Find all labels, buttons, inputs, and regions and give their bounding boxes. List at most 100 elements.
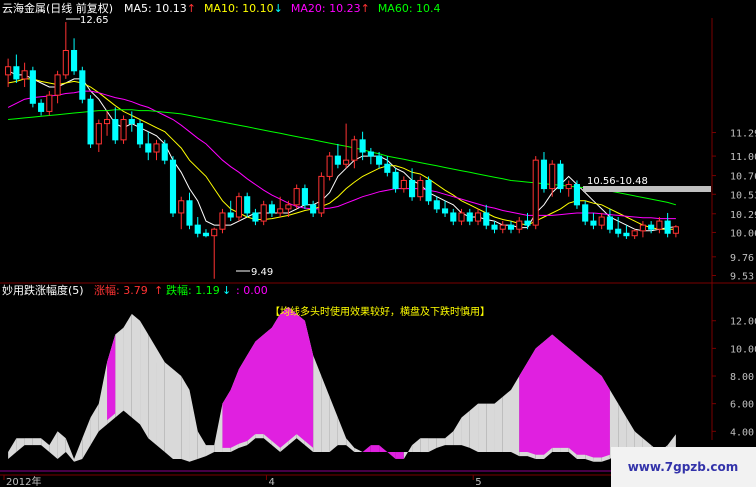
indicator-band xyxy=(181,376,190,462)
candle-body xyxy=(590,220,597,226)
candle-body xyxy=(376,155,383,165)
candle xyxy=(79,66,86,104)
candle xyxy=(87,95,94,148)
ma-legend-arrow: ↑ xyxy=(187,2,196,15)
price-tick-label: 11.00 xyxy=(730,152,756,163)
candle-body xyxy=(318,175,325,214)
fall-label: 跌幅: 1.19 xyxy=(166,283,220,297)
candle-body xyxy=(573,184,581,206)
indicator-band xyxy=(140,320,149,439)
candle-body xyxy=(293,188,300,206)
candle-body xyxy=(606,216,613,230)
candle-body xyxy=(400,179,407,190)
indicator-band xyxy=(32,438,42,446)
candle-body xyxy=(161,143,168,161)
indicator-tick-label: 10.00 xyxy=(730,344,756,355)
candle-body xyxy=(145,143,152,153)
candle xyxy=(219,208,226,234)
candle-body xyxy=(202,232,210,237)
candle-body xyxy=(623,232,630,237)
candle-body xyxy=(433,200,440,210)
candle-body xyxy=(565,184,572,190)
ma-legend-item: MA20: 10.23 xyxy=(291,2,361,15)
candle xyxy=(582,200,589,226)
candle-body xyxy=(252,212,259,222)
candle-body xyxy=(79,70,86,100)
candle-body xyxy=(392,171,399,190)
candle-body xyxy=(21,70,28,80)
indicator-band xyxy=(123,313,132,418)
candle xyxy=(425,176,432,205)
chart-title: 云海金属(日线 前复权) xyxy=(2,1,113,15)
candle-body xyxy=(672,226,679,234)
candle xyxy=(573,180,581,209)
candle-body xyxy=(384,163,391,173)
ma-legend-item: MA60: 10.4 xyxy=(378,2,441,15)
low-label: 9.49 xyxy=(251,267,273,278)
indicator-band xyxy=(511,376,520,457)
candle-body xyxy=(343,159,350,165)
price-tick-label: 9.53 xyxy=(730,272,754,283)
candle xyxy=(293,184,300,209)
watermark-text: www.7gpzb.com xyxy=(628,460,739,474)
candle-body xyxy=(474,212,482,222)
candle-body xyxy=(38,102,45,112)
indicator-band xyxy=(156,348,165,453)
price-tick-label: 10.29 xyxy=(730,210,756,221)
candle-body xyxy=(95,123,102,145)
indicator-band xyxy=(131,313,141,425)
candle-body xyxy=(235,196,243,218)
candle-body xyxy=(483,212,490,226)
candle-body xyxy=(441,208,449,214)
candle-body xyxy=(29,70,36,104)
rise-arrow: ↑ xyxy=(154,284,163,297)
candle xyxy=(136,119,144,148)
candle-body xyxy=(516,220,523,230)
indicator-note: 【均线多头时使用效果较好，横盘及下跌时慎用】 xyxy=(270,305,490,318)
candle-body xyxy=(153,143,160,153)
candle-body xyxy=(186,200,193,226)
candle-body xyxy=(227,212,234,218)
candle-body xyxy=(351,139,358,161)
indicator-tick-label: 8.00 xyxy=(730,372,754,383)
candle-body xyxy=(491,224,498,230)
candle-body xyxy=(301,188,308,206)
indicator-tick-label: 4.00 xyxy=(730,427,754,438)
candle-body xyxy=(631,230,638,237)
candle xyxy=(557,160,564,193)
candle-body xyxy=(277,208,284,214)
candle-body xyxy=(62,49,69,76)
indicator-band xyxy=(370,445,380,453)
candle-body xyxy=(549,163,556,190)
candle-body xyxy=(417,179,424,198)
candle xyxy=(417,176,424,201)
candle-body xyxy=(409,179,416,198)
candle-body xyxy=(359,139,366,153)
candle-body xyxy=(46,94,53,112)
candle-body xyxy=(425,179,432,202)
candle-body xyxy=(54,74,61,96)
indicator-band xyxy=(148,334,157,446)
candle-body xyxy=(87,98,94,145)
watermark: www.7gpzb.com xyxy=(611,447,756,487)
indicator-band xyxy=(486,403,495,453)
ma-legend: MA5: 10.13↑ MA10: 10.10↓ MA20: 10.23↑ MA60:… xyxy=(124,2,441,15)
indicator-tick-label: 6.00 xyxy=(730,400,754,411)
candle-body xyxy=(450,212,457,222)
candle xyxy=(120,115,127,144)
ma-legend-item: MA10: 10.10 xyxy=(204,2,274,15)
candle-body xyxy=(120,119,127,141)
candle-body xyxy=(499,224,506,230)
indicator-band xyxy=(115,327,124,418)
indicator-band xyxy=(420,438,429,453)
candle-body xyxy=(656,220,663,230)
candle-body xyxy=(244,196,251,214)
candle-body xyxy=(194,224,201,234)
price-tick-label: 10.76 xyxy=(730,172,756,183)
candle-body xyxy=(466,212,473,222)
indicator-tick-label: 12.00 xyxy=(730,317,756,328)
candle-body xyxy=(524,220,531,226)
candle-body xyxy=(639,224,646,232)
indicator-band xyxy=(395,452,404,459)
candle xyxy=(169,156,177,218)
